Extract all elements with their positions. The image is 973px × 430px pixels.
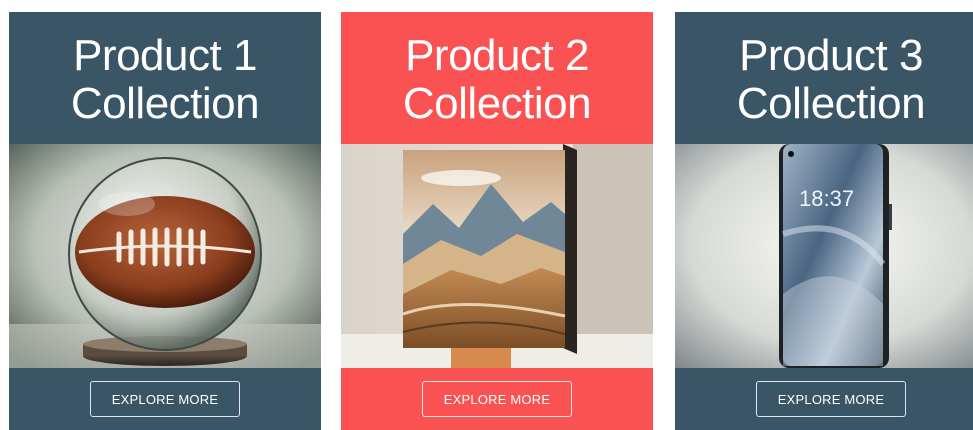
product-card-1[interactable]: Product 1 Collection EXPLORE MORE (9, 12, 321, 430)
card-header: Product 1 Collection (9, 12, 321, 144)
card-title-line-2: Collection (70, 79, 260, 128)
football-in-glass-sphere-image (9, 144, 321, 368)
mountain-landscape-canvas-image (341, 144, 653, 368)
product-card-3[interactable]: Product 3 Collection 18:37 EXPLORE MORE (675, 12, 973, 430)
phone-clock: 18:37 (799, 186, 854, 211)
card-title: Product 3 Collection (736, 30, 926, 129)
product-collections: Product 1 Collection EXPLORE MORE Produc… (0, 0, 973, 430)
explore-more-button[interactable]: EXPLORE MORE (422, 381, 572, 417)
smartphone-image: 18:37 (675, 144, 973, 368)
explore-more-button[interactable]: EXPLORE MORE (756, 381, 906, 417)
card-footer: EXPLORE MORE (675, 368, 973, 430)
product-card-2[interactable]: Product 2 Collection EXPLORE MORE (341, 12, 653, 430)
card-header: Product 2 Collection (341, 12, 653, 144)
card-title-line-1: Product 3 (739, 30, 923, 80)
card-title: Product 1 Collection (70, 30, 260, 129)
card-title-line-2: Collection (736, 79, 926, 128)
card-title-line-1: Product 1 (73, 30, 257, 80)
card-footer: EXPLORE MORE (341, 368, 653, 430)
card-title-line-2: Collection (402, 79, 592, 128)
card-title-line-1: Product 2 (405, 30, 589, 80)
card-title: Product 2 Collection (402, 30, 592, 129)
card-footer: EXPLORE MORE (9, 368, 321, 430)
card-header: Product 3 Collection (675, 12, 973, 144)
explore-more-button[interactable]: EXPLORE MORE (90, 381, 240, 417)
